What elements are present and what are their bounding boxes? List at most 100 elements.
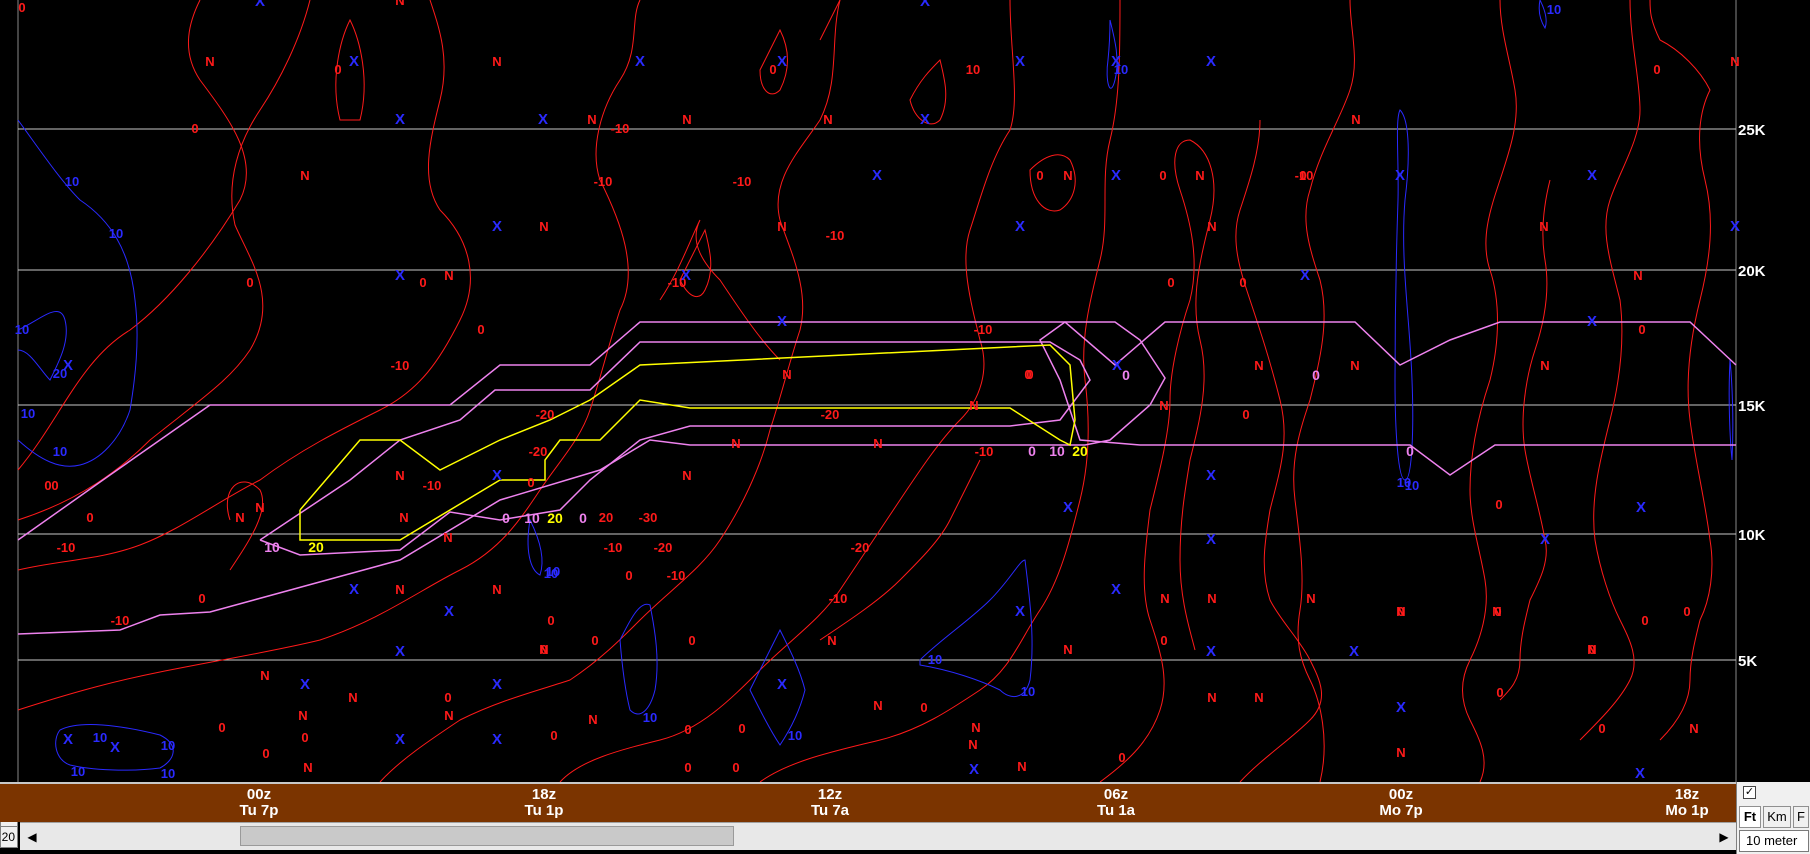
contour-label: 10 [161, 766, 175, 781]
contour-label: N [1306, 591, 1315, 606]
x-marker: X [110, 739, 120, 756]
contour-label: N [588, 712, 597, 727]
x-marker: X [1730, 218, 1740, 235]
contour-label: 0 [738, 721, 745, 736]
display-checkbox[interactable]: ✓ [1743, 786, 1756, 799]
contour-label: 0 [246, 275, 253, 290]
contour-label: -30 [639, 510, 658, 525]
contour-label: 0 [1638, 322, 1645, 337]
contour-label: N [873, 436, 882, 451]
contour-label: N [968, 737, 977, 752]
time-local: Mo 1p [1665, 802, 1709, 819]
contour-label: N [827, 633, 836, 648]
contour-label: N [1689, 721, 1698, 736]
contour-label: -10 [57, 540, 76, 555]
contour-label: 0 [527, 475, 534, 490]
contour-label: 0 [502, 510, 510, 526]
contour-label: 10 [53, 444, 67, 459]
contour-label: N [399, 510, 408, 525]
contour-label: N [1539, 219, 1548, 234]
contour-label: 10 [264, 539, 280, 555]
unit-button-ft[interactable]: Ft [1739, 806, 1761, 828]
contour-label: 0 [684, 760, 691, 775]
contour-label: 0 [1242, 407, 1249, 422]
contour-label: N [873, 698, 882, 713]
unit-button-f[interactable]: F [1793, 806, 1809, 828]
x-marker: X [492, 676, 502, 693]
x-marker: X [1349, 643, 1359, 660]
x-marker: X [1540, 531, 1550, 548]
contour-label: 10 [65, 174, 79, 189]
contour-label: N [1351, 112, 1360, 127]
contour-label: 0 [1299, 168, 1306, 183]
scrollbar-thumb[interactable] [240, 826, 734, 846]
contour-label: 0 [1028, 443, 1036, 459]
contour-label: 0 [1239, 275, 1246, 290]
x-marker: X [777, 313, 787, 330]
contour-label: 0 [688, 633, 695, 648]
time-utc: 00z [246, 786, 272, 803]
x-marker: X [1015, 53, 1025, 70]
time-tick: 12z Tu 7a [790, 787, 870, 819]
contour-label: 0 [477, 322, 484, 337]
contour-label: 0 [769, 62, 776, 77]
time-utc: 18z [531, 786, 557, 803]
x-marker: X [635, 53, 645, 70]
level-dropdown[interactable]: 10 meter [1739, 830, 1809, 852]
contour-label: 10 [1049, 443, 1065, 459]
x-marker: X [1635, 765, 1645, 782]
time-utc: 00z [1388, 786, 1414, 803]
contour-label: 20 [599, 510, 613, 525]
time-tick: 00z Tu 7p [219, 787, 299, 819]
contour-label: 0 [1118, 750, 1125, 765]
time-local: Tu 7p [239, 802, 279, 819]
contour-label: N [587, 112, 596, 127]
contour-label: 0 [191, 121, 198, 136]
contour-label: 0 [18, 0, 25, 15]
contour-label: 0 [262, 746, 269, 761]
time-utc: 18z [1674, 786, 1700, 803]
x-marker: X [1112, 357, 1122, 374]
contour-label: 0 [1122, 367, 1130, 383]
altitude-label: 25K [1738, 122, 1766, 139]
contour-label: N [731, 436, 740, 451]
x-marker: X [492, 218, 502, 235]
contour-label: 0 [419, 275, 426, 290]
time-local: Tu 1a [1096, 802, 1136, 819]
contour-label: N [1195, 168, 1204, 183]
contour-label: N [395, 468, 404, 483]
x-marker: X [1636, 499, 1646, 516]
altitude-label: 10K [1738, 527, 1766, 544]
contour-label: N [682, 112, 691, 127]
contour-label: 10 [1021, 684, 1035, 699]
contour-label: -10 [975, 444, 994, 459]
scroll-right-arrow-icon[interactable]: ▶ [1714, 827, 1734, 847]
contour-label: 0 [1024, 367, 1031, 382]
time-local: Tu 1p [524, 802, 564, 819]
left-value-box[interactable]: 20 [0, 826, 18, 848]
contour-label: N [300, 168, 309, 183]
contour-label: 0 [1159, 168, 1166, 183]
cross-section-plot[interactable]: 25K 20K 15K 10K 5K 0 N N 0 0 N -10 N 0 N… [0, 0, 1810, 782]
contour-label: 0 [684, 722, 691, 737]
contour-label: 0 [1641, 613, 1648, 628]
altitude-axis: 25K 20K 15K 10K 5K [1738, 122, 1766, 670]
unit-button-km[interactable]: Km [1763, 806, 1791, 828]
contour-label: N [1350, 358, 1359, 373]
contour-label: -10 [826, 228, 845, 243]
x-marker: X [492, 731, 502, 748]
scroll-left-arrow-icon[interactable]: ◀ [22, 827, 42, 847]
contour-label: N [969, 398, 978, 413]
x-marker: X [920, 111, 930, 128]
contour-label: 0 [198, 591, 205, 606]
x-marker: X [395, 731, 405, 748]
x-marker: X [492, 467, 502, 484]
left-value: 20 [1, 830, 15, 844]
contour-label: 0 [218, 720, 225, 735]
contour-label: -20 [821, 407, 840, 422]
contour-label: N [1730, 54, 1739, 69]
altitude-label: 15K [1738, 398, 1766, 415]
time-scrollbar[interactable]: ◀ ▶ [20, 822, 1736, 850]
contour-label: -10 [829, 591, 848, 606]
contour-label: N [971, 720, 980, 735]
